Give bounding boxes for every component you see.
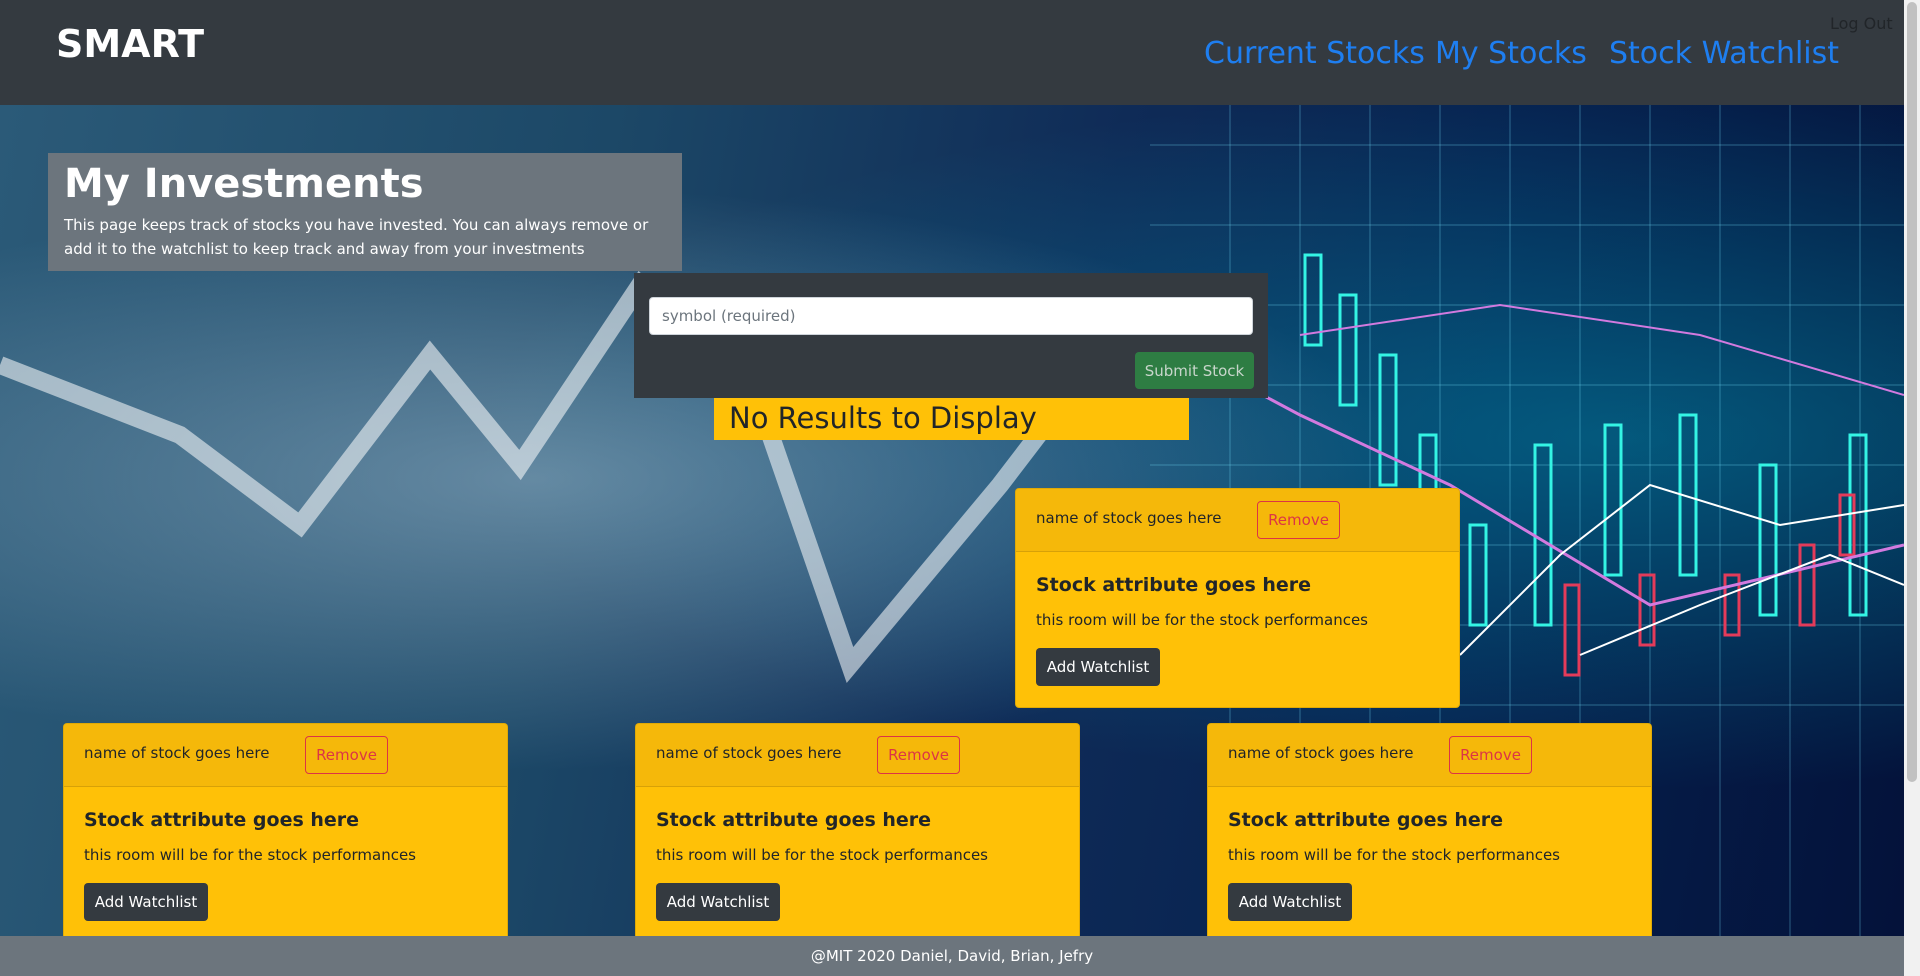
remove-button[interactable]: Remove	[877, 736, 960, 774]
remove-button[interactable]: Remove	[1449, 736, 1532, 774]
card-header: name of stock goes here Remove	[636, 724, 1079, 787]
remove-button[interactable]: Remove	[1257, 501, 1340, 539]
scrollbar[interactable]	[1904, 0, 1920, 976]
stock-card: name of stock goes here Remove Stock att…	[1207, 723, 1652, 943]
add-watchlist-button[interactable]: Add Watchlist	[656, 883, 780, 921]
card-header: name of stock goes here Remove	[1016, 489, 1459, 552]
stock-name: name of stock goes here	[1228, 744, 1414, 762]
nav-link-current-stocks[interactable]: Current Stocks	[1204, 36, 1425, 71]
card-title: Stock attribute goes here	[1036, 574, 1312, 596]
brand-logo[interactable]: SMART	[56, 22, 204, 66]
add-watchlist-button[interactable]: Add Watchlist	[1036, 648, 1160, 686]
card-text: this room will be for the stock performa…	[1228, 846, 1560, 864]
symbol-input[interactable]	[649, 297, 1253, 335]
stock-card: name of stock goes here Remove Stock att…	[63, 723, 508, 943]
page-title: My Investments	[64, 161, 424, 207]
stock-name: name of stock goes here	[84, 744, 270, 762]
scrollbar-thumb[interactable]	[1907, 2, 1917, 782]
card-header: name of stock goes here Remove	[64, 724, 507, 787]
jumbotron: My Investments This page keeps track of …	[48, 153, 682, 271]
nav-link-my-stocks[interactable]: My Stocks	[1435, 36, 1587, 71]
add-watchlist-button[interactable]: Add Watchlist	[84, 883, 208, 921]
remove-button[interactable]: Remove	[305, 736, 388, 774]
card-header: name of stock goes here Remove	[1208, 724, 1651, 787]
page-description: This page keeps track of stocks you have…	[64, 216, 649, 258]
stock-card: name of stock goes here Remove Stock att…	[1015, 488, 1460, 708]
stock-name: name of stock goes here	[1036, 509, 1222, 527]
logout-link[interactable]: Log Out	[1830, 14, 1893, 33]
footer: @MIT 2020 Daniel, David, Brian, Jefry	[0, 936, 1904, 976]
navbar: SMART Current Stocks My Stocks Stock Wat…	[0, 0, 1920, 105]
card-title: Stock attribute goes here	[656, 809, 932, 831]
submit-stock-button[interactable]: Submit Stock	[1135, 352, 1254, 389]
card-text: this room will be for the stock performa…	[1036, 611, 1368, 629]
add-watchlist-button[interactable]: Add Watchlist	[1228, 883, 1352, 921]
card-title: Stock attribute goes here	[1228, 809, 1504, 831]
stock-card: name of stock goes here Remove Stock att…	[635, 723, 1080, 943]
no-results-banner: No Results to Display	[714, 398, 1189, 440]
nav-link-stock-watchlist[interactable]: Stock Watchlist	[1609, 36, 1839, 71]
card-text: this room will be for the stock performa…	[84, 846, 416, 864]
stock-form: Submit Stock	[634, 273, 1268, 398]
stock-name: name of stock goes here	[656, 744, 842, 762]
card-text: this room will be for the stock performa…	[656, 846, 988, 864]
card-title: Stock attribute goes here	[84, 809, 360, 831]
